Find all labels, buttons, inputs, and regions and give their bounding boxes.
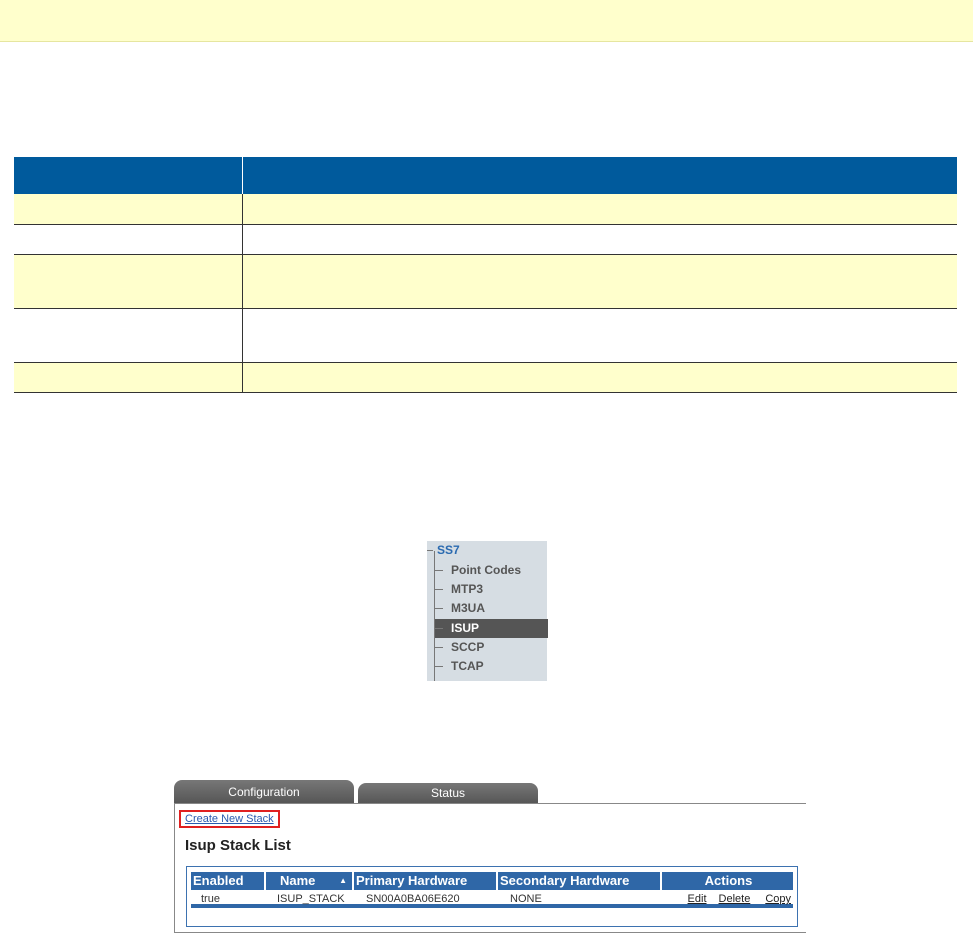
- table-row: [14, 224, 957, 255]
- tab-status[interactable]: Status: [358, 783, 538, 804]
- table-row: [14, 308, 957, 363]
- copy-link[interactable]: Copy: [765, 893, 791, 905]
- tree-item-isup[interactable]: ISUP: [435, 619, 548, 638]
- column-primary-hardware[interactable]: Primary Hardware: [354, 872, 498, 890]
- column-actions: Actions: [704, 873, 753, 888]
- cell-primary-hardware: SN00A0BA06E620: [366, 893, 460, 905]
- cell-name: ISUP_STACK: [277, 893, 345, 905]
- tree-item-mtp3[interactable]: MTP3: [435, 580, 548, 599]
- stack-table-header: Enabled Name ▲ Primary Hardware Secondary…: [191, 872, 793, 890]
- create-new-stack-link[interactable]: Create New Stack: [179, 810, 280, 828]
- table-header-1: [14, 157, 243, 194]
- column-name-label: Name: [280, 873, 316, 888]
- cell-enabled: true: [201, 893, 220, 905]
- column-enabled[interactable]: Enabled: [191, 872, 266, 890]
- list-title: Isup Stack List: [185, 837, 291, 854]
- cell-actions: Edit Delete Copy: [662, 890, 793, 905]
- column-secondary-hardware[interactable]: Secondary Hardware: [498, 872, 662, 890]
- delete-link[interactable]: Delete: [719, 893, 751, 905]
- table-row: [14, 194, 957, 225]
- stack-table: Enabled Name ▲ Primary Hardware Secondary…: [186, 866, 798, 927]
- tree-item-tcap[interactable]: TCAP: [435, 657, 548, 676]
- tree-item-ss7[interactable]: SS7: [427, 541, 544, 560]
- table-row: true ISUP_STACK SN00A0BA06E620 NONE Edit…: [191, 890, 793, 908]
- navigation-tree: SS7 Point Codes MTP3 M3UA ISUP SCCP TCAP: [427, 541, 548, 681]
- table-row: [14, 362, 957, 393]
- tab-panel: Create New Stack Isup Stack List Enabled…: [174, 803, 806, 933]
- tab-configuration[interactable]: Configuration: [174, 780, 354, 804]
- table-header-2: [242, 157, 957, 194]
- tree-item-point-codes[interactable]: Point Codes: [435, 561, 548, 580]
- tree-item-m3ua[interactable]: M3UA: [435, 599, 548, 618]
- cell-secondary-hardware: NONE: [510, 893, 542, 905]
- table-row: [14, 254, 957, 309]
- edit-link[interactable]: Edit: [688, 893, 707, 905]
- isup-config-panel: Configuration Status Create New Stack Is…: [174, 780, 806, 933]
- column-name[interactable]: Name ▲: [266, 872, 354, 890]
- tree-item-sccp[interactable]: SCCP: [435, 638, 548, 657]
- document-table: [14, 157, 957, 393]
- sort-ascending-icon: ▲: [339, 876, 347, 885]
- header-band: [0, 0, 973, 42]
